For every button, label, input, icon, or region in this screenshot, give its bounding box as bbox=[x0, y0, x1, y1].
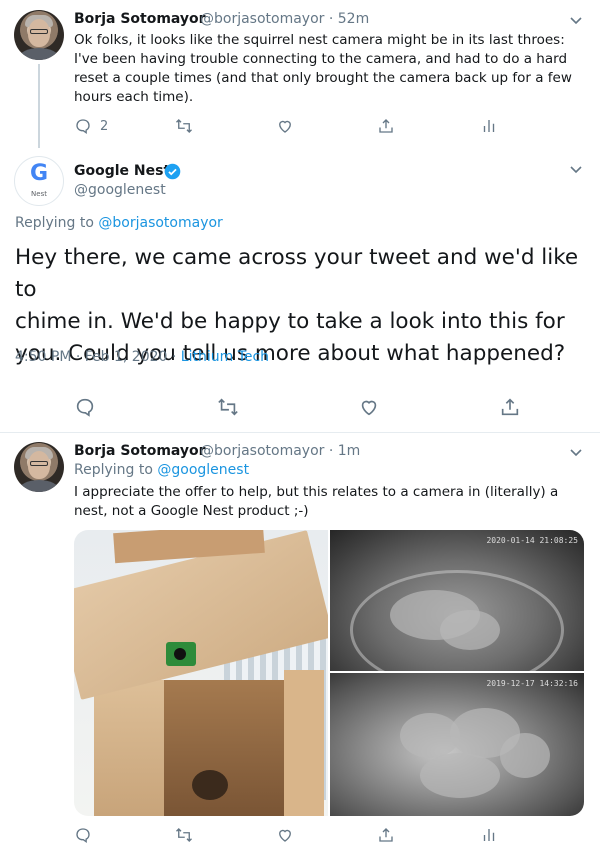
tweet-media-grid[interactable]: 2020-01-14 21:08:25 2019-12-17 14:32:16 bbox=[74, 530, 584, 816]
replying-to-handle-link[interactable]: @borjasotomayor bbox=[98, 215, 222, 231]
camera-timestamp: 2019-12-17 14:32:16 bbox=[486, 679, 578, 688]
tweet-borja-1[interactable]: Borja Sotomayor @borjasotomayor · 52m Ok… bbox=[0, 0, 600, 150]
author-handle[interactable]: @googlenest bbox=[74, 182, 166, 198]
timestamp[interactable]: 4:50 PM · Feb 1, 2020 · bbox=[15, 349, 181, 365]
share-icon bbox=[379, 119, 393, 133]
nest-logo-text: Nest bbox=[31, 190, 47, 198]
share-icon bbox=[379, 828, 393, 842]
source-link[interactable]: Lithium Tech bbox=[181, 349, 269, 365]
author-name[interactable]: Borja Sotomayor bbox=[74, 11, 206, 27]
tweet-meta: 4:50 PM · Feb 1, 2020 · Lithium Tech bbox=[15, 349, 269, 365]
camera-timestamp: 2020-01-14 21:08:25 bbox=[486, 536, 578, 545]
tweet-google-nest[interactable]: G Nest Google Nest @googlenest Replying … bbox=[0, 150, 600, 432]
like-icon bbox=[279, 120, 291, 133]
author-name[interactable]: Borja Sotomayor bbox=[74, 443, 206, 459]
thread-line bbox=[38, 64, 40, 148]
retweet-button[interactable] bbox=[175, 117, 193, 135]
replying-to: Replying to @borjasotomayor bbox=[15, 215, 223, 231]
tweet-actions bbox=[74, 396, 524, 418]
verified-badge-icon bbox=[164, 163, 181, 180]
google-logo-icon: G bbox=[29, 161, 49, 186]
like-button[interactable] bbox=[276, 826, 294, 844]
like-button[interactable] bbox=[276, 117, 294, 135]
tweet-text: I appreciate the offer to help, but this… bbox=[74, 484, 559, 519]
reply-icon bbox=[76, 828, 90, 843]
retweet-button[interactable] bbox=[217, 396, 239, 418]
retweet-button[interactable] bbox=[175, 826, 193, 844]
replying-to-handle-link[interactable]: @googlenest bbox=[157, 462, 249, 478]
like-icon bbox=[279, 829, 291, 842]
analytics-button[interactable] bbox=[480, 826, 498, 844]
author-handle-time[interactable]: @borjasotomayor · 1m bbox=[200, 443, 360, 459]
share-icon bbox=[501, 398, 519, 416]
author-handle-time[interactable]: @borjasotomayor · 52m bbox=[200, 11, 369, 27]
nest-box-photo[interactable] bbox=[74, 530, 328, 816]
share-button[interactable] bbox=[377, 826, 395, 844]
reply-button[interactable] bbox=[74, 396, 96, 418]
analytics-button[interactable] bbox=[480, 117, 498, 135]
reply-button[interactable]: 2 bbox=[74, 117, 108, 135]
reply-icon bbox=[76, 398, 94, 417]
tweet-actions bbox=[74, 826, 584, 846]
retweet-icon bbox=[218, 398, 238, 416]
google-nest-avatar[interactable]: G Nest bbox=[14, 156, 64, 206]
night-camera-photo-1[interactable]: 2020-01-14 21:08:25 bbox=[330, 530, 584, 690]
retweet-icon bbox=[176, 119, 192, 133]
retweet-icon bbox=[176, 828, 192, 842]
analytics-icon bbox=[483, 829, 495, 841]
avatar[interactable] bbox=[14, 10, 64, 60]
tweet-actions: 2 bbox=[74, 117, 584, 137]
reply-button[interactable] bbox=[74, 826, 92, 844]
analytics-icon bbox=[483, 120, 495, 132]
share-button[interactable] bbox=[499, 396, 521, 418]
like-icon bbox=[361, 400, 377, 416]
chevron-down-icon[interactable] bbox=[569, 162, 583, 176]
chevron-down-icon[interactable] bbox=[569, 13, 583, 27]
chevron-down-icon[interactable] bbox=[569, 445, 583, 459]
like-button[interactable] bbox=[358, 396, 380, 418]
reply-count: 2 bbox=[100, 118, 109, 134]
author-name[interactable]: Google Nest bbox=[74, 163, 170, 179]
share-button[interactable] bbox=[377, 117, 395, 135]
tweet-text: Ok folks, it looks like the squirrel nes… bbox=[74, 32, 572, 105]
reply-icon bbox=[76, 119, 90, 134]
replying-to: Replying to @googlenest bbox=[74, 462, 250, 478]
night-camera-photo-2[interactable]: 2019-12-17 14:32:16 bbox=[330, 673, 584, 816]
avatar[interactable] bbox=[14, 442, 64, 492]
